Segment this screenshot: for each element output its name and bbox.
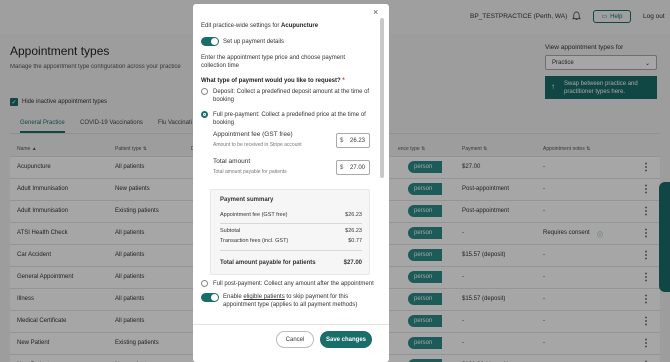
payment-summary: Payment summary Appointment fee (GST fre… [210, 189, 370, 275]
setup-payment-label: Set up payment details [223, 39, 285, 45]
summary-subtotal-row: Subtotal $26.23 [220, 228, 362, 234]
total-help: Total amount payable for patients [213, 169, 287, 175]
summary-divider [220, 250, 362, 251]
radio-full-postpayment[interactable] [201, 280, 208, 287]
total-label: Total amount [213, 158, 251, 165]
total-input[interactable]: $ 27.00 [336, 160, 370, 175]
fee-label: Appointment fee (GST free) [213, 131, 293, 138]
cancel-button[interactable]: Cancel [276, 331, 314, 348]
radio-deposit[interactable] [201, 88, 208, 95]
option-deposit-label: Deposit: Collect a predefined deposit am… [213, 89, 370, 103]
summary-total-row: Total amount payable for patients $27.00 [220, 260, 362, 266]
modal-instructions: Enter the appointment type price and cho… [201, 55, 346, 69]
radio-full-prepayment[interactable] [201, 111, 208, 118]
close-icon[interactable]: × [373, 7, 378, 17]
payment-question: What type of payment would you like to r… [201, 78, 345, 84]
setup-payment-toggle[interactable] [201, 37, 219, 46]
eligible-patients-link[interactable]: eligible patients [243, 294, 284, 300]
option-post-label: Full post-payment: Collect any amount af… [213, 281, 374, 287]
scrollbar[interactable] [380, 18, 384, 178]
summary-divider [220, 223, 362, 224]
option-full-label: Full pre-payment: Collect a predefined p… [213, 112, 366, 126]
summary-txn-row: Transaction fees (incl. GST) $0.77 [220, 238, 362, 244]
modal-footer-divider [193, 324, 389, 325]
modal-intro: Edit practice-wide settings for Acupunct… [201, 23, 319, 29]
eligible-patients-toggle[interactable] [201, 293, 219, 302]
summary-title: Payment summary [220, 197, 274, 203]
payment-settings-modal: × Edit practice-wide settings for Acupun… [193, 4, 389, 362]
fee-help: Amount to be received in Stripe account [213, 142, 302, 148]
fee-input[interactable]: $ 26.23 [336, 133, 370, 148]
save-changes-button[interactable]: Save changes [320, 331, 372, 348]
summary-fee-row: Appointment fee (GST free) $26.23 [220, 212, 362, 218]
eligible-patients-label: Enable eligible patients to skip payment… [223, 294, 358, 308]
